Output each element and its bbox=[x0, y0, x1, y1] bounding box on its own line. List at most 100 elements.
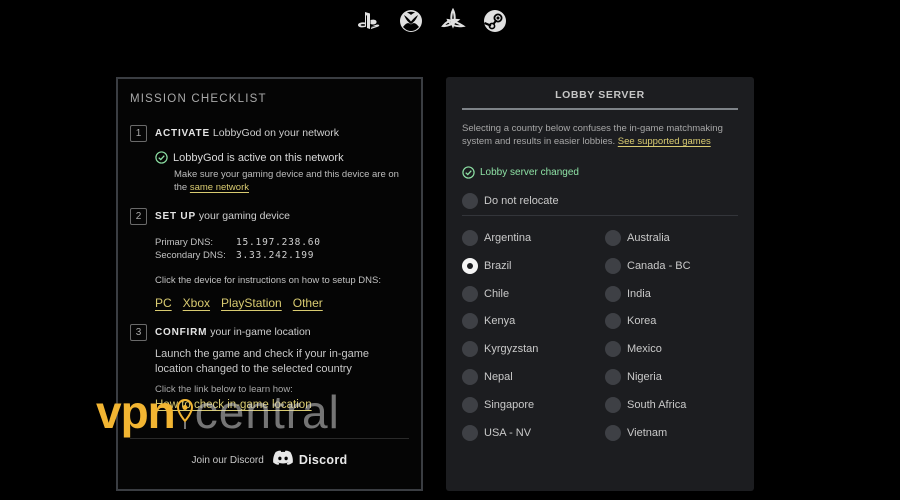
playstation-icon[interactable] bbox=[356, 8, 382, 34]
step-number: 2 bbox=[130, 208, 147, 225]
step-heading: CONFIRM your in-game location bbox=[155, 324, 409, 341]
primary-dns-value: 15.197.238.60 bbox=[236, 237, 321, 248]
radio-label: USA - NV bbox=[484, 426, 532, 439]
supported-games-link[interactable]: See supported games bbox=[618, 136, 711, 147]
discord-wordmark: Discord bbox=[298, 453, 348, 467]
discord-row: Join our Discord Discord bbox=[130, 438, 409, 471]
radio-label: South Africa bbox=[627, 398, 687, 411]
radio-country-vietnam[interactable]: Vietnam bbox=[605, 424, 748, 441]
steam-icon[interactable] bbox=[482, 8, 508, 34]
radio-button[interactable] bbox=[462, 424, 478, 441]
discord-link[interactable]: Discord bbox=[272, 449, 348, 471]
active-status: LobbyGod is active on this network bbox=[155, 151, 409, 164]
lobby-status-text: Lobby server changed bbox=[480, 167, 579, 178]
do-not-relocate-section: Do not relocate bbox=[462, 193, 738, 216]
radio-country-brazil[interactable]: Brazil bbox=[462, 257, 605, 274]
radio-button[interactable] bbox=[605, 396, 621, 413]
step-heading: ACTIVATE LobbyGod on your network bbox=[155, 125, 409, 142]
radio-button[interactable] bbox=[605, 257, 621, 274]
radio-label: Chile bbox=[484, 287, 510, 300]
primary-dns-row: Primary DNS: 15.197.238.60 bbox=[155, 236, 409, 249]
radio-button[interactable] bbox=[462, 285, 478, 302]
check-circle-icon bbox=[462, 166, 475, 179]
device-link-pc[interactable]: PC bbox=[155, 296, 172, 310]
radio-button[interactable] bbox=[462, 193, 478, 209]
radio-country-mexico[interactable]: Mexico bbox=[605, 341, 748, 358]
radio-country-canada-bc[interactable]: Canada - BC bbox=[605, 257, 748, 274]
radio-label: Singapore bbox=[484, 398, 535, 411]
checklist-title: MISSION CHECKLIST bbox=[130, 93, 267, 105]
active-status-text: LobbyGod is active on this network bbox=[173, 151, 344, 164]
secondary-dns-label: Secondary DNS: bbox=[155, 250, 226, 261]
radio-button[interactable] bbox=[605, 285, 621, 302]
device-link-xbox[interactable]: Xbox bbox=[183, 296, 210, 310]
radio-label: Vietnam bbox=[627, 426, 668, 439]
lobby-title: LOBBY SERVER bbox=[462, 77, 738, 110]
radio-button[interactable] bbox=[462, 341, 478, 358]
country-radio-grid: Argentina Australia Brazil Canada - BC Chile… bbox=[462, 230, 738, 441]
network-note: Make sure your gaming device and this de… bbox=[155, 169, 409, 194]
radio-button[interactable] bbox=[462, 230, 478, 246]
radio-button[interactable] bbox=[462, 396, 478, 413]
step-number: 3 bbox=[130, 324, 147, 341]
confirm-instructions: Launch the game and check if your in-gam… bbox=[155, 348, 370, 375]
step-keyword: ACTIVATE bbox=[155, 128, 210, 139]
radio-label: Kyrgyzstan bbox=[484, 343, 539, 356]
radio-label: Nigeria bbox=[627, 370, 662, 383]
radio-country-nigeria[interactable]: Nigeria bbox=[605, 368, 748, 385]
radio-button[interactable] bbox=[605, 341, 621, 358]
dns-instructions: Click the device for instructions on how… bbox=[155, 275, 381, 286]
radio-country-singapore[interactable]: Singapore bbox=[462, 396, 605, 413]
radio-country-kenya[interactable]: Kenya bbox=[462, 313, 605, 330]
radio-label: Argentina bbox=[484, 232, 532, 244]
radio-country-south-africa[interactable]: South Africa bbox=[605, 396, 748, 413]
same-network-link[interactable]: same network bbox=[190, 182, 249, 193]
learn-how-text: Click the link below to learn how: bbox=[155, 384, 293, 395]
radio-button[interactable] bbox=[605, 368, 621, 385]
radio-do-not-relocate[interactable]: Do not relocate bbox=[462, 193, 738, 209]
xbox-icon[interactable] bbox=[398, 8, 424, 34]
radio-country-kyrgyzstan[interactable]: Kyrgyzstan bbox=[462, 341, 605, 358]
radio-label: Brazil bbox=[484, 259, 512, 272]
radio-country-australia[interactable]: Australia bbox=[605, 230, 748, 246]
radio-button[interactable] bbox=[605, 313, 621, 330]
step-heading-text: your in-game location bbox=[210, 326, 311, 338]
radio-country-chile[interactable]: Chile bbox=[462, 285, 605, 302]
radio-label: Do not relocate bbox=[484, 195, 559, 207]
device-links: PC Xbox PlayStation Other bbox=[155, 296, 409, 310]
secondary-dns-value: 3.33.242.199 bbox=[236, 250, 315, 261]
step-heading-text: LobbyGod on your network bbox=[212, 127, 339, 139]
lobby-status: Lobby server changed bbox=[462, 166, 738, 179]
step-confirm: 3 CONFIRM your in-game location Launch th… bbox=[130, 324, 409, 413]
radio-country-india[interactable]: India bbox=[605, 285, 748, 302]
step-heading: SET UP your gaming device bbox=[155, 208, 409, 225]
step-activate: 1 ACTIVATE LobbyGod on your network Lobby… bbox=[130, 125, 409, 194]
radio-button[interactable] bbox=[462, 313, 478, 330]
step-keyword: SET UP bbox=[155, 211, 196, 222]
radio-button[interactable] bbox=[462, 257, 478, 274]
radio-button[interactable] bbox=[462, 368, 478, 385]
radio-label: Korea bbox=[627, 315, 657, 328]
device-link-playstation[interactable]: PlayStation bbox=[221, 296, 282, 310]
radio-button[interactable] bbox=[605, 424, 621, 441]
device-link-other[interactable]: Other bbox=[293, 296, 323, 310]
radio-label: Kenya bbox=[484, 315, 516, 328]
discord-icon bbox=[272, 449, 294, 471]
battlenet-icon[interactable] bbox=[440, 8, 466, 34]
radio-country-korea[interactable]: Korea bbox=[605, 313, 748, 330]
radio-country-nepal[interactable]: Nepal bbox=[462, 368, 605, 385]
secondary-dns-row: Secondary DNS: 3.33.242.199 bbox=[155, 249, 409, 262]
step-number: 1 bbox=[130, 125, 147, 142]
check-circle-icon bbox=[155, 151, 168, 164]
step-setup: 2 SET UP your gaming device Primary DNS: … bbox=[130, 208, 409, 310]
radio-label: Canada - BC bbox=[627, 259, 691, 272]
check-location-link[interactable]: How to check in-game location bbox=[155, 399, 312, 411]
radio-label: Australia bbox=[627, 232, 670, 244]
step-keyword: CONFIRM bbox=[155, 327, 208, 338]
platform-icons bbox=[356, 8, 508, 34]
primary-dns-label: Primary DNS: bbox=[155, 237, 214, 248]
radio-button[interactable] bbox=[605, 230, 621, 246]
mission-checklist-panel: MISSION CHECKLIST 1 ACTIVATE LobbyGod on … bbox=[116, 77, 423, 491]
radio-country-argentina[interactable]: Argentina bbox=[462, 230, 605, 246]
radio-country-usa-nv[interactable]: USA - NV bbox=[462, 424, 605, 441]
